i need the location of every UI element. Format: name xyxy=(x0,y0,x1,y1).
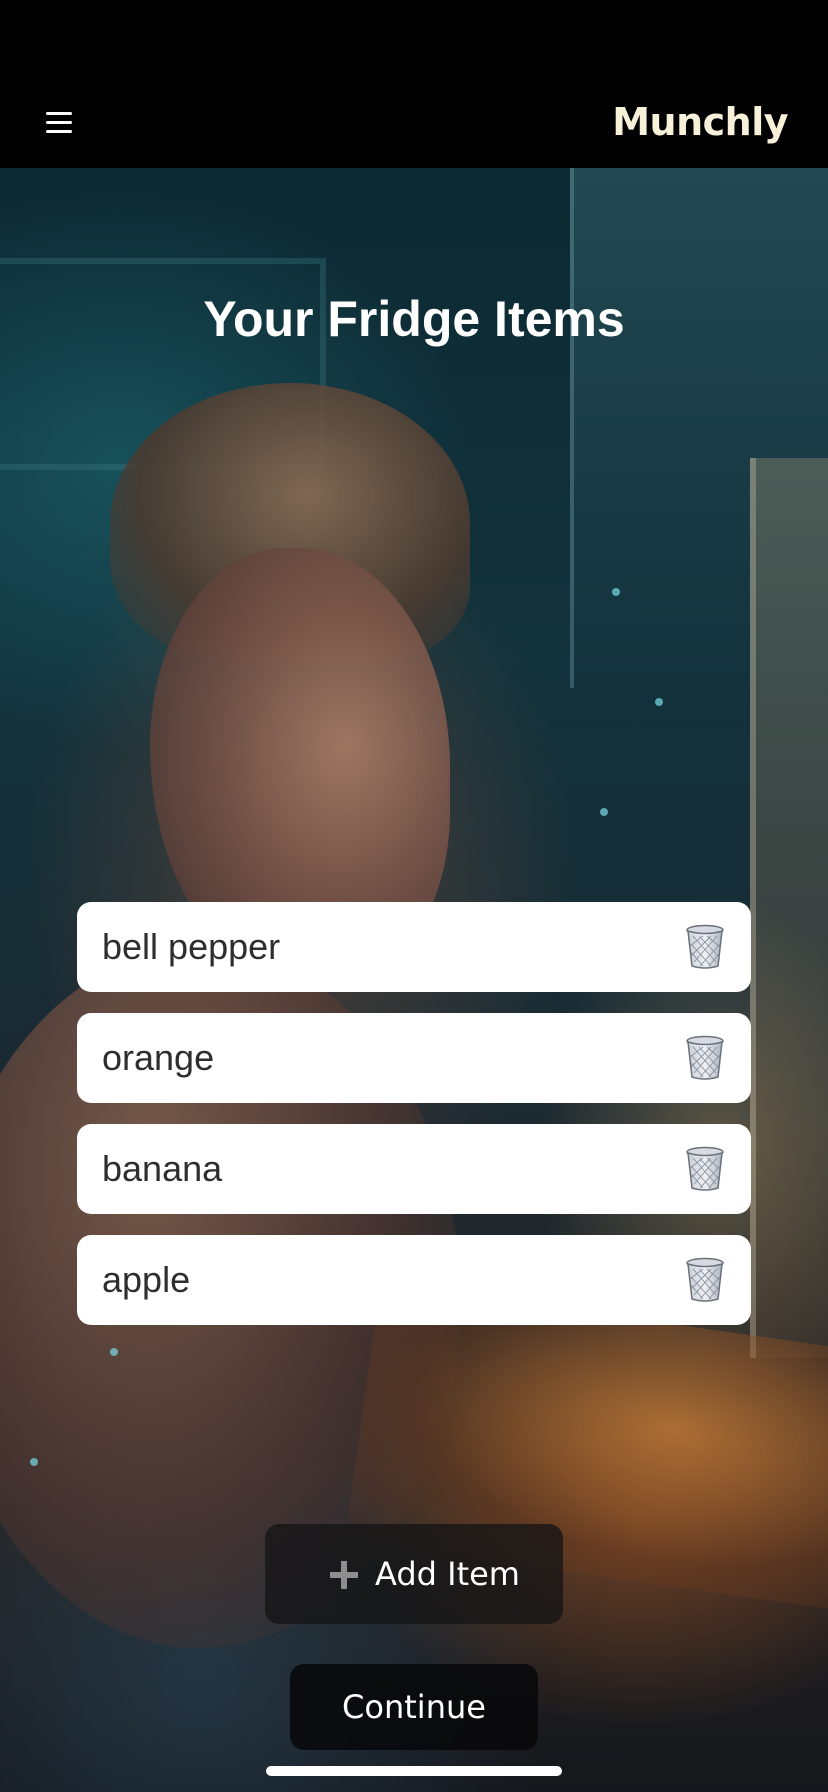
trash-can-icon[interactable] xyxy=(685,1146,725,1192)
continue-button[interactable]: Continue xyxy=(290,1664,538,1750)
plus-icon xyxy=(330,1561,358,1589)
top-bar: Munchly xyxy=(0,0,828,168)
menu-line xyxy=(46,112,72,115)
fridge-item-list: bell pepper orange banana apple xyxy=(77,902,751,1346)
background-fridge-frame xyxy=(750,458,828,1358)
list-item: apple xyxy=(77,1235,751,1325)
background-sparkle xyxy=(612,588,620,596)
home-indicator[interactable] xyxy=(266,1766,562,1776)
item-label: banana xyxy=(102,1148,223,1189)
background-sparkle xyxy=(110,1348,118,1356)
item-label: apple xyxy=(102,1259,191,1300)
trash-can-icon[interactable] xyxy=(685,1257,725,1303)
menu-line xyxy=(46,121,72,124)
list-item: banana xyxy=(77,1124,751,1214)
add-item-label: Add Item xyxy=(375,1555,520,1593)
menu-line xyxy=(46,130,72,133)
background-sparkle xyxy=(655,698,663,706)
trash-can-icon[interactable] xyxy=(685,924,725,970)
app-logo: Munchly xyxy=(612,100,788,144)
app-screen: Munchly Your Fridge Items bell pepper or… xyxy=(0,0,828,1792)
background-sparkle xyxy=(600,808,608,816)
background-sparkle xyxy=(30,1458,38,1466)
page-title: Your Fridge Items xyxy=(203,291,625,347)
item-label: bell pepper xyxy=(102,926,281,967)
list-item: orange xyxy=(77,1013,751,1103)
add-item-button[interactable]: Add Item xyxy=(265,1524,563,1624)
list-item: bell pepper xyxy=(77,902,751,992)
trash-can-icon[interactable] xyxy=(685,1035,725,1081)
item-label: orange xyxy=(102,1037,215,1078)
hamburger-menu-icon[interactable] xyxy=(40,104,80,140)
